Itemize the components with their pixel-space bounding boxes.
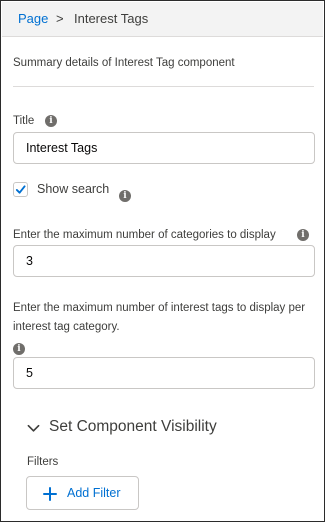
breadcrumb-separator: > xyxy=(56,11,64,26)
summary-text: Summary details of Interest Tag componen… xyxy=(13,57,235,69)
panel-header: Page > Interest Tags xyxy=(2,2,323,37)
add-filter-button[interactable]: Add Filter xyxy=(26,476,139,510)
plus-icon xyxy=(43,487,57,501)
max-tags-label: Enter the maximum number of interest tag… xyxy=(13,302,306,333)
info-icon[interactable]: i xyxy=(45,115,57,127)
title-input[interactable]: Interest Tags xyxy=(13,132,315,164)
add-filter-label: Add Filter xyxy=(67,486,121,500)
max-categories-label: Enter the maximum number of categories t… xyxy=(13,229,276,241)
divider xyxy=(13,86,314,87)
chevron-down-icon xyxy=(27,424,40,432)
breadcrumb-page-link[interactable]: Page xyxy=(18,11,48,26)
show-search-checkbox[interactable] xyxy=(13,182,28,197)
check-icon xyxy=(15,185,26,194)
property-panel: Page > Interest Tags Summary details of … xyxy=(0,0,325,522)
info-icon[interactable]: i xyxy=(297,229,309,241)
show-search-label: Show search xyxy=(37,182,110,196)
max-tags-input[interactable]: 5 xyxy=(13,357,315,389)
max-categories-input[interactable]: 3 xyxy=(13,245,315,277)
title-label: Title xyxy=(13,115,35,127)
breadcrumb-current: Interest Tags xyxy=(74,11,149,26)
visibility-section-title: Set Component Visibility xyxy=(49,418,217,435)
filters-label: Filters xyxy=(27,456,59,468)
info-icon[interactable]: i xyxy=(13,343,25,355)
info-icon[interactable]: i xyxy=(119,190,131,202)
